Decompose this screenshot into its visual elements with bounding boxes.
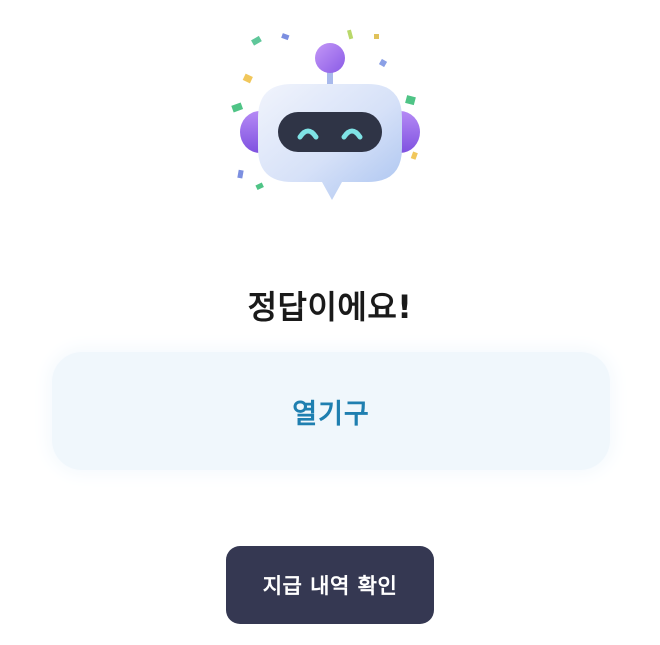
robot-mascot-icon bbox=[231, 29, 420, 200]
robot-mascot bbox=[220, 20, 440, 220]
payment-history-button[interactable]: 지급 내역 확인 bbox=[226, 546, 434, 624]
result-title: 정답이에요! bbox=[247, 288, 413, 326]
answer-card: 열기구 bbox=[52, 352, 610, 470]
robot-visor bbox=[278, 112, 382, 152]
answer-text: 열기구 bbox=[292, 398, 370, 430]
antenna-ball bbox=[315, 43, 345, 73]
